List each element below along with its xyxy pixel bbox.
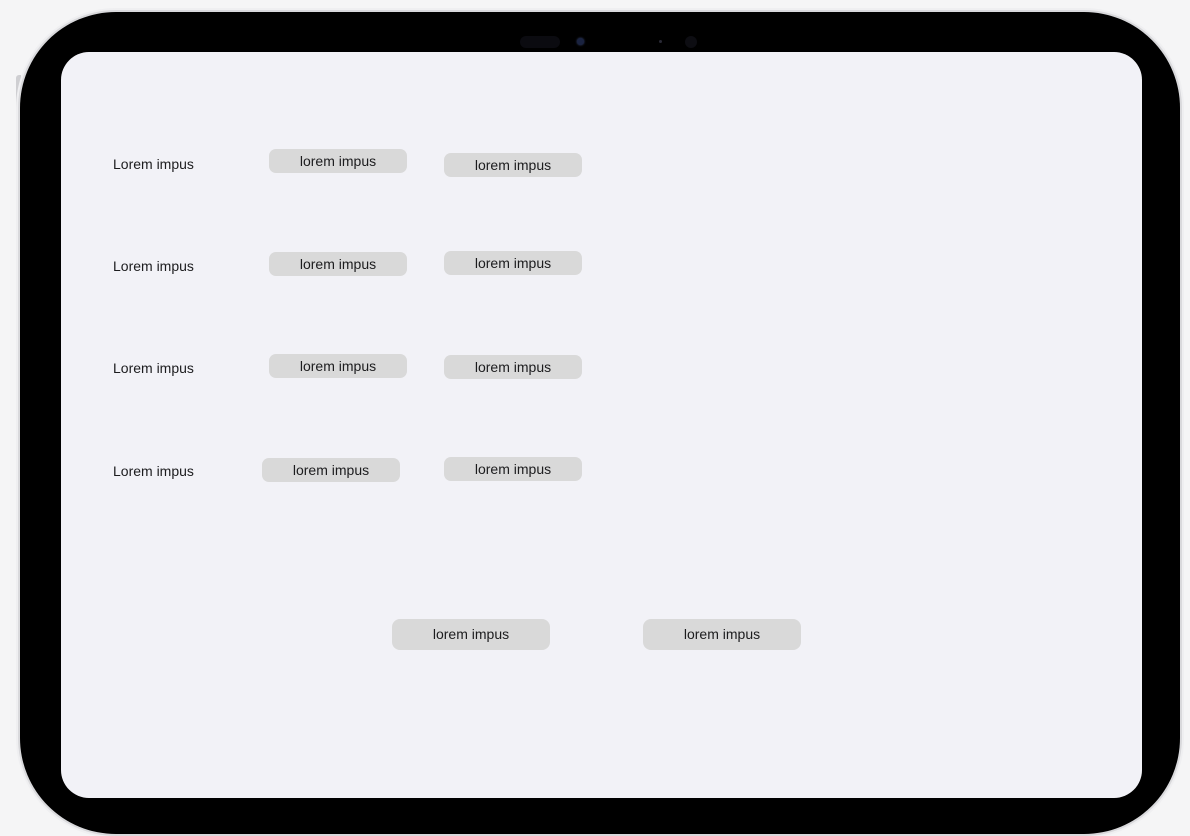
device-mockup: Lorem impus lorem impus lorem impus Lore… — [0, 0, 1190, 836]
row-option-b-button[interactable]: lorem impus — [444, 251, 582, 275]
row-option-b-button[interactable]: lorem impus — [444, 457, 582, 481]
primary-action-button[interactable]: lorem impus — [392, 619, 550, 650]
row-option-a-button[interactable]: lorem impus — [269, 354, 407, 378]
light-sensor-icon — [659, 40, 662, 43]
row-label: Lorem impus — [113, 156, 194, 172]
camera-ring-icon — [685, 36, 697, 48]
secondary-action-button[interactable]: lorem impus — [643, 619, 801, 650]
camera-bar — [520, 32, 710, 52]
row-option-a-button[interactable]: lorem impus — [269, 149, 407, 173]
row-label: Lorem impus — [113, 360, 194, 376]
camera-lens-icon — [577, 38, 584, 45]
row-label: Lorem impus — [113, 463, 194, 479]
row-option-a-button[interactable]: lorem impus — [262, 458, 400, 482]
screen: Lorem impus lorem impus lorem impus Lore… — [61, 52, 1142, 798]
row-option-a-button[interactable]: lorem impus — [269, 252, 407, 276]
tablet-frame: Lorem impus lorem impus lorem impus Lore… — [20, 12, 1180, 834]
row-option-b-button[interactable]: lorem impus — [444, 355, 582, 379]
row-option-b-button[interactable]: lorem impus — [444, 153, 582, 177]
row-label: Lorem impus — [113, 258, 194, 274]
sensor-icon — [520, 36, 560, 48]
